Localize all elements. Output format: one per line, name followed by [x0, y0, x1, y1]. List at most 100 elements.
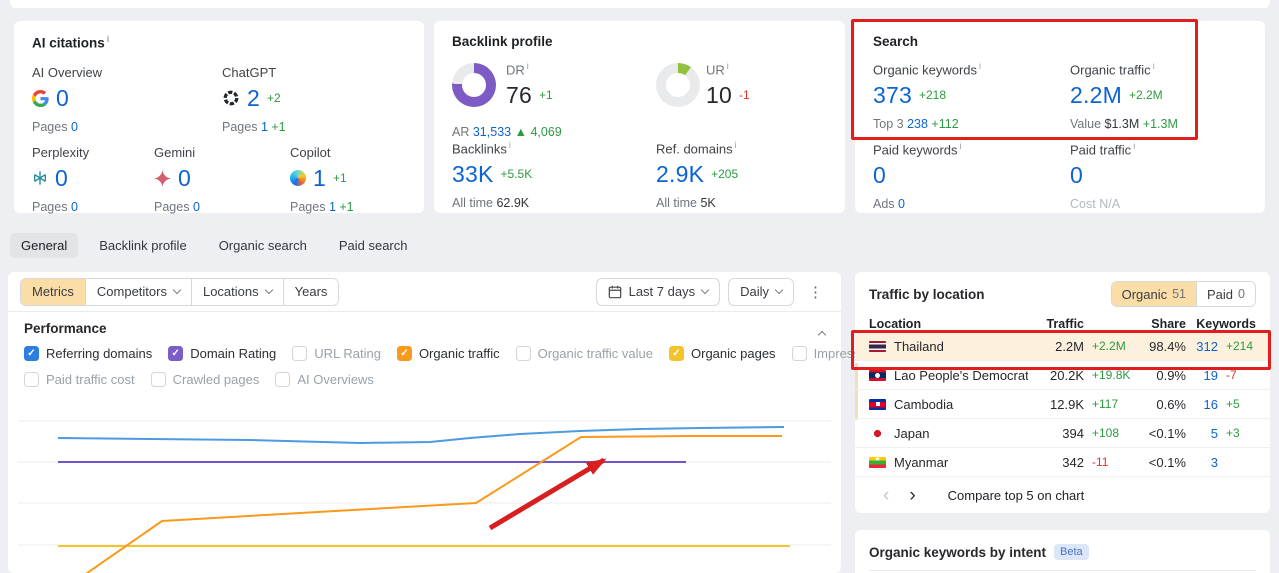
japan-flag-icon: [869, 427, 886, 439]
info-icon[interactable]: i: [727, 61, 729, 71]
collapse-chevron-icon[interactable]: [817, 326, 827, 341]
info-icon[interactable]: i: [960, 141, 962, 151]
traffic-by-location-title: Traffic by location: [869, 286, 985, 302]
chart-filter-bar: Metrics Competitors Locations Years Last…: [8, 272, 841, 312]
backlink-profile-card: Backlink profile DR i 76 +1 AR 31,533 ▲ 4,…: [434, 21, 845, 213]
backlink-profile-title: Backlink profile: [452, 34, 553, 49]
annotation-arrow: [488, 457, 607, 531]
calendar-icon: [608, 285, 622, 299]
granularity-select[interactable]: Daily: [728, 277, 794, 306]
chevron-down-icon: [172, 285, 182, 295]
info-icon[interactable]: i: [527, 61, 529, 71]
backlinks-block: Backlinks i 33K +5.5K All time 62.9K: [452, 140, 533, 211]
performance-heading: Performance: [24, 321, 107, 336]
thailand-flag-icon: [869, 340, 886, 352]
ahrefs-rank-row: AR 31,533 ▲ 4,069: [452, 125, 562, 139]
copilot-icon: [290, 170, 306, 186]
ref-domains-block: Ref. domains i 2.9K +205 All time 5K: [656, 140, 739, 211]
ai-citations-card: AI citations i AI Overview 0 Pages 0 Chat…: [14, 21, 424, 214]
prev-page-icon[interactable]: ‹: [877, 486, 895, 505]
google-icon: [32, 89, 49, 107]
segment-competitors[interactable]: Competitors: [84, 278, 191, 305]
metric-checkbox-ai-overviews[interactable]: AI Overviews: [275, 372, 374, 387]
metric-checkbox-organic-pages[interactable]: ✓ Organic pages: [669, 346, 776, 361]
checkbox-unchecked-icon: [791, 346, 807, 361]
toggle-organic[interactable]: Organic 51: [1111, 282, 1197, 306]
metric-checkbox-paid-traffic-cost[interactable]: Paid traffic cost: [24, 372, 135, 387]
info-icon[interactable]: i: [1133, 141, 1135, 151]
tab-organic-search[interactable]: Organic search: [208, 233, 318, 258]
beta-badge: Beta: [1054, 544, 1089, 560]
table-row-myanmar[interactable]: ★ Myanmar 342 -11 <0.1% 3: [855, 448, 1270, 477]
ur-donut-gauge: [656, 63, 700, 107]
info-icon[interactable]: i: [979, 61, 981, 71]
cambodia-flag-icon: [869, 398, 886, 410]
gemini-icon: [154, 169, 171, 187]
metric-checkbox-referring-domains[interactable]: ✓ Referring domains: [24, 346, 152, 361]
chatgpt-count: 2: [247, 84, 260, 111]
ai-overview-block: AI Overview 0 Pages 0: [32, 65, 103, 134]
checkbox-checked-icon: ✓: [669, 346, 684, 361]
organic-paid-toggle: Organic 51 Paid 0: [1110, 281, 1256, 307]
chevron-down-icon: [700, 285, 710, 295]
ai-overview-count: 0: [56, 84, 69, 111]
divider: [869, 570, 1256, 571]
metric-checkbox-domain-rating[interactable]: ✓ Domain Rating: [168, 346, 276, 361]
performance-chart[interactable]: [8, 392, 841, 573]
info-icon[interactable]: i: [107, 34, 110, 44]
tab-paid-search[interactable]: Paid search: [328, 233, 419, 258]
laos-flag-icon: [869, 369, 886, 381]
info-icon[interactable]: i: [735, 140, 737, 150]
location-table-header: Location Traffic Share Keywords: [869, 317, 1256, 331]
metric-toggle-row-2: Paid traffic cost Crawled pages AI Overv…: [24, 372, 374, 387]
checkbox-checked-icon: ✓: [24, 346, 39, 361]
tab-backlink-profile[interactable]: Backlink profile: [88, 233, 197, 258]
organic-traffic-count[interactable]: 2.2M: [1070, 82, 1122, 109]
metric-checkbox-crawled-pages[interactable]: Crawled pages: [150, 372, 259, 387]
segment-metrics[interactable]: Metrics: [21, 278, 85, 305]
next-page-icon[interactable]: ›: [903, 486, 921, 505]
organic-keywords-count[interactable]: 373: [873, 82, 912, 109]
ref-domains-count[interactable]: 2.9K: [656, 161, 704, 188]
toggle-paid[interactable]: Paid 0: [1196, 282, 1255, 306]
gemini-count: 0: [178, 164, 191, 191]
chart-line-organic-traffic: [85, 435, 782, 573]
table-row-japan[interactable]: Japan 394 +108 <0.1% 5 +3: [855, 419, 1270, 448]
chevron-down-icon: [774, 285, 784, 295]
table-row-thailand[interactable]: Thailand 2.2M +2.2M 98.4% 312 +214: [855, 332, 1270, 361]
segment-years[interactable]: Years: [282, 278, 339, 305]
info-icon[interactable]: i: [1153, 61, 1155, 71]
search-title: Search: [873, 34, 919, 49]
table-row-cambodia[interactable]: Cambodia 12.9K +117 0.6% 16 +5: [855, 390, 1270, 419]
checkbox-unchecked-icon: [150, 372, 166, 387]
organic-keywords-block: Organic keywords i 373 +218 Top 3 238 +112: [873, 61, 982, 132]
compare-top5-link[interactable]: Compare top 5 on chart: [948, 488, 1085, 503]
paid-keywords-block: Paid keywords i 0 Ads 0: [873, 141, 962, 212]
dr-value: 76: [506, 81, 532, 108]
metric-toggle-row-1: ✓ Referring domains ✓ Domain Rating URL Ra…: [24, 346, 983, 361]
checkbox-unchecked-icon: [292, 346, 308, 361]
section-tabs: General Backlink profile Organic search …: [10, 233, 419, 258]
segment-locations[interactable]: Locations: [190, 278, 283, 305]
metric-checkbox-url-rating[interactable]: URL Rating: [292, 346, 381, 361]
search-card: Search Organic keywords i 373 +218 Top 3 2…: [855, 21, 1265, 213]
checkbox-checked-icon: ✓: [168, 346, 184, 361]
chatgpt-block: ChatGPT 2 +2 Pages 1 +1: [222, 65, 286, 134]
backlinks-count[interactable]: 33K: [452, 161, 494, 188]
paid-traffic-block: Paid traffic i 0 Cost N/A: [1070, 141, 1136, 212]
metric-checkbox-organic-traffic[interactable]: ✓ Organic traffic: [396, 346, 500, 361]
up-triangle-icon: ▲: [514, 125, 527, 139]
checkbox-checked-icon: ✓: [396, 346, 412, 361]
info-icon[interactable]: i: [509, 140, 511, 150]
paid-traffic-count[interactable]: 0: [1070, 162, 1083, 189]
table-row-laos[interactable]: Lao People's Democratic Reput 20.2K +19.…: [855, 361, 1270, 390]
ur-value: 10: [706, 81, 732, 108]
paid-keywords-count[interactable]: 0: [873, 162, 886, 189]
date-range-picker[interactable]: Last 7 days: [595, 277, 721, 306]
perplexity-block: Perplexity 0 Pages 0: [32, 145, 90, 214]
copilot-block: Copilot 1 +1 Pages 1 +1: [290, 145, 354, 214]
copilot-count: 1: [313, 164, 326, 191]
kebab-menu-icon[interactable]: ⋮: [802, 283, 829, 301]
metric-checkbox-organic-traffic-value[interactable]: Organic traffic value: [515, 346, 653, 361]
tab-general[interactable]: General: [10, 233, 79, 258]
